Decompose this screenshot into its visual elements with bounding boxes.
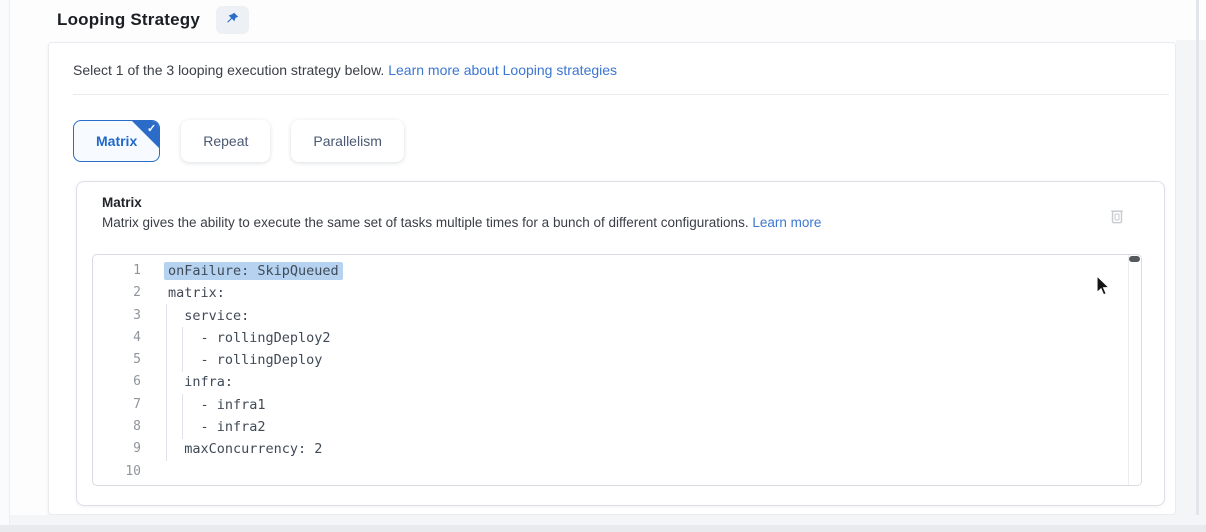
- bottom-edge-strip: [0, 525, 1206, 532]
- panel-title: Matrix: [102, 195, 142, 210]
- line-text: - rollingDeploy: [141, 349, 322, 371]
- tab-label: Parallelism: [313, 133, 381, 149]
- code-lines: 1 onFailure: SkipQueued 2matrix:3 service:…: [93, 260, 1127, 483]
- pin-icon: [224, 11, 240, 30]
- line-number: 10: [93, 461, 141, 483]
- bottom-strip: [10, 515, 1206, 525]
- intro-text: Select 1 of the 3 looping execution stra…: [73, 62, 384, 78]
- line-number: 8: [93, 416, 141, 438]
- code-line-3[interactable]: 3 service:: [93, 305, 1127, 327]
- trash-icon: [1107, 205, 1127, 230]
- scrollbar-thumb[interactable]: [1129, 256, 1140, 262]
- code-line-10[interactable]: 10: [93, 461, 1127, 483]
- line-number: 3: [93, 305, 141, 327]
- line-number: 5: [93, 349, 141, 371]
- code-line-5[interactable]: 5 - rollingDeploy: [93, 349, 1127, 371]
- line-text: - infra1: [141, 394, 266, 416]
- learn-more-link[interactable]: Learn more: [752, 215, 821, 230]
- line-text: service:: [141, 305, 249, 327]
- line-text: infra:: [141, 371, 233, 393]
- tab-repeat[interactable]: Repeat: [181, 120, 270, 162]
- line-number: 7: [93, 394, 141, 416]
- line-text: - infra2: [141, 416, 266, 438]
- tab-label: Repeat: [203, 133, 248, 149]
- code-line-7[interactable]: 7 - infra1: [93, 394, 1127, 416]
- page-header: Looping Strategy: [57, 4, 249, 36]
- code-line-6[interactable]: 6 infra:: [93, 371, 1127, 393]
- left-edge-strip: [0, 0, 10, 532]
- yaml-editor[interactable]: 1 onFailure: SkipQueued 2matrix:3 service:…: [92, 254, 1142, 486]
- code-line-8[interactable]: 8 - infra2: [93, 416, 1127, 438]
- selected-text: onFailure: SkipQueued: [164, 262, 343, 280]
- line-text: onFailure: SkipQueued: [141, 260, 343, 282]
- line-text: [141, 461, 168, 483]
- code-line-4[interactable]: 4 - rollingDeploy2: [93, 327, 1127, 349]
- line-number: 4: [93, 327, 141, 349]
- strategy-tabs: Matrix ✓ Repeat Parallelism: [73, 120, 404, 162]
- line-text: maxConcurrency: 2: [141, 438, 322, 460]
- line-number: 9: [93, 438, 141, 460]
- delete-strategy-button[interactable]: [1104, 204, 1130, 230]
- checkmark-icon: ✓: [147, 122, 156, 135]
- tab-parallelism[interactable]: Parallelism: [291, 120, 403, 162]
- code-line-2[interactable]: 2matrix:: [93, 282, 1127, 304]
- line-text: - rollingDeploy2: [141, 327, 331, 349]
- right-edge-line: [1196, 0, 1199, 532]
- editor-scrollbar[interactable]: [1128, 255, 1141, 485]
- learn-more-strategies-link[interactable]: Learn more about Looping strategies: [388, 62, 617, 78]
- line-number: 1: [93, 260, 141, 282]
- code-line-1[interactable]: 1 onFailure: SkipQueued: [93, 260, 1127, 282]
- tab-label: Matrix: [96, 133, 137, 149]
- right-edge-strip: [1176, 40, 1206, 532]
- line-text: matrix:: [141, 282, 225, 304]
- line-number: 2: [93, 282, 141, 304]
- pin-button[interactable]: [216, 6, 249, 34]
- line-number: 6: [93, 371, 141, 393]
- looping-strategy-page: Looping Strategy Select 1 of the 3 loopi…: [0, 0, 1206, 532]
- panel-description: Matrix gives the ability to execute the …: [102, 215, 821, 230]
- panel-description-text: Matrix gives the ability to execute the …: [102, 215, 749, 230]
- matrix-panel: Matrix Matrix gives the ability to execu…: [76, 181, 1165, 506]
- divider: [73, 94, 1169, 95]
- intro-text-row: Select 1 of the 3 looping execution stra…: [73, 62, 617, 78]
- page-title: Looping Strategy: [57, 10, 200, 30]
- looping-strategy-card: Select 1 of the 3 looping execution stra…: [48, 42, 1176, 515]
- tab-matrix[interactable]: Matrix ✓: [73, 120, 160, 162]
- code-line-9[interactable]: 9 maxConcurrency: 2: [93, 438, 1127, 460]
